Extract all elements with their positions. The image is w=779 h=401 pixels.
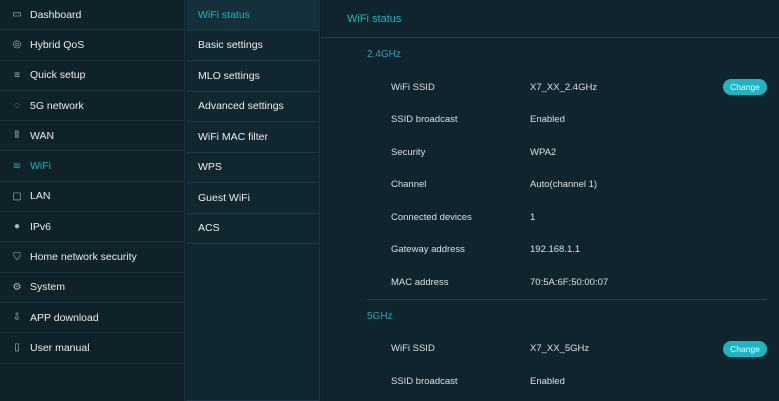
- nav-item-label: IPv6: [30, 220, 52, 233]
- submenu: WiFi status Basic settings MLO settings …: [186, 0, 320, 401]
- wan-icon: ⦀: [14, 130, 20, 142]
- submenu-item-wifi-status[interactable]: WiFi status: [186, 0, 319, 31]
- nav-item-wifi[interactable]: ≋ WiFi: [0, 151, 184, 182]
- nav-item-label: User manual: [30, 341, 90, 354]
- nav-item-5g-network[interactable]: ◌ 5G network: [0, 91, 184, 122]
- status-row-wifi-ssid: WiFi SSID X7_XX_2.4GHz Change: [321, 71, 779, 104]
- row-value: Enabled: [530, 114, 565, 126]
- nav-item-label: Dashboard: [30, 8, 82, 21]
- nav-item-label: WiFi: [30, 160, 51, 173]
- status-row-security: Security WPA2: [321, 136, 779, 169]
- status-row-ssid-broadcast: SSID broadcast Enabled: [321, 365, 779, 398]
- nav-item-app-download[interactable]: ⇩ APP download: [0, 303, 184, 334]
- nav-item-hybrid-qos[interactable]: ◎ Hybrid QoS: [0, 30, 184, 61]
- download-icon: ⇩: [12, 312, 22, 324]
- status-row-ssid-broadcast: SSID broadcast Enabled: [321, 104, 779, 137]
- submenu-item-basic-settings[interactable]: Basic settings: [186, 31, 319, 61]
- row-value: Auto(channel 1): [530, 179, 598, 191]
- row-label: WiFi SSID: [391, 343, 435, 355]
- row-label: WiFi SSID: [391, 81, 435, 93]
- nav-item-label: Hybrid QoS: [30, 38, 85, 51]
- submenu-item-acs[interactable]: ACS: [186, 214, 319, 244]
- status-row-mac-address: MAC address 70:5A:6F:50:00:07: [321, 266, 779, 299]
- nav-item-lan[interactable]: ▢ LAN: [0, 182, 184, 213]
- submenu-item-wifi-mac-filter[interactable]: WiFi MAC filter: [186, 122, 319, 153]
- nav-item-label: LAN: [30, 190, 51, 203]
- nav-item-label: Home network security: [30, 251, 137, 264]
- nav-item-user-manual[interactable]: ▯ User manual: [0, 333, 184, 364]
- quick-setup-icon: ≡: [14, 69, 20, 81]
- row-label: MAC address: [391, 276, 449, 288]
- status-row-connected-devices: Connected devices 1: [321, 201, 779, 234]
- lan-icon: ▢: [12, 190, 22, 202]
- nav-item-home-network-security[interactable]: ⛉ Home network security: [0, 242, 184, 273]
- submenu-filler: [186, 244, 319, 401]
- row-value: 192.168.1.1: [530, 244, 581, 256]
- ipv6-icon: ●: [13, 221, 21, 233]
- status-row-channel: Channel Auto(channel 1): [321, 169, 779, 202]
- band-heading-5ghz: 5GHz: [367, 310, 393, 322]
- row-label: Security: [391, 146, 426, 158]
- left-nav: ▭ Dashboard ◎ Hybrid QoS ≡ Quick setup ◌…: [0, 0, 185, 401]
- row-label: Connected devices: [391, 211, 472, 223]
- nav-item-label: Quick setup: [30, 69, 86, 82]
- nav-item-label: 5G network: [30, 99, 84, 112]
- row-value: 70:5A:6F:50:00:07: [530, 276, 609, 288]
- main-panel: WiFi status 2.4GHz WiFi SSID X7_XX_2.4GH…: [321, 0, 779, 401]
- shield-icon: ⛉: [13, 251, 21, 263]
- nav-item-system[interactable]: ⚙ System: [0, 273, 184, 303]
- band-heading-2-4ghz: 2.4GHz: [367, 49, 401, 60]
- row-label: Channel: [391, 179, 427, 191]
- change-ssid-button[interactable]: Change: [723, 79, 767, 96]
- nav-item-dashboard[interactable]: ▭ Dashboard: [0, 0, 184, 31]
- row-label: Gateway address: [391, 244, 465, 256]
- change-ssid-button[interactable]: Change: [723, 340, 767, 357]
- qos-icon: ◎: [12, 39, 22, 51]
- row-value: Enabled: [530, 375, 565, 387]
- nav-item-ipv6[interactable]: ● IPv6: [0, 212, 184, 243]
- status-row-gateway-address: Gateway address 192.168.1.1: [321, 234, 779, 267]
- gear-icon: ⚙: [12, 281, 22, 293]
- row-label: SSID broadcast: [391, 114, 458, 126]
- dashboard-icon: ▭: [12, 9, 22, 21]
- status-row-wifi-ssid: WiFi SSID X7_XX_5GHz Change: [321, 333, 779, 366]
- network-icon: ◌: [14, 100, 20, 112]
- nav-item-label: WAN: [30, 129, 55, 142]
- nav-item-label: System: [30, 281, 66, 294]
- row-value: 1: [530, 211, 536, 223]
- wifi-icon: ≋: [12, 160, 22, 172]
- row-label: SSID broadcast: [391, 375, 458, 387]
- manual-icon: ▯: [14, 342, 20, 354]
- row-value: X7_XX_5GHz: [530, 343, 590, 355]
- nav-item-quick-setup[interactable]: ≡ Quick setup: [0, 61, 184, 91]
- submenu-item-guest-wifi[interactable]: Guest WiFi: [186, 183, 319, 214]
- submenu-item-advanced-settings[interactable]: Advanced settings: [186, 92, 319, 122]
- submenu-item-mlo-settings[interactable]: MLO settings: [186, 61, 319, 92]
- nav-item-label: APP download: [30, 311, 99, 324]
- row-value: WPA2: [530, 146, 557, 158]
- nav-item-wan[interactable]: ⦀ WAN: [0, 121, 184, 152]
- submenu-item-wps[interactable]: WPS: [186, 153, 319, 183]
- page-title: WiFi status: [321, 0, 779, 38]
- row-value: X7_XX_2.4GHz: [530, 81, 598, 93]
